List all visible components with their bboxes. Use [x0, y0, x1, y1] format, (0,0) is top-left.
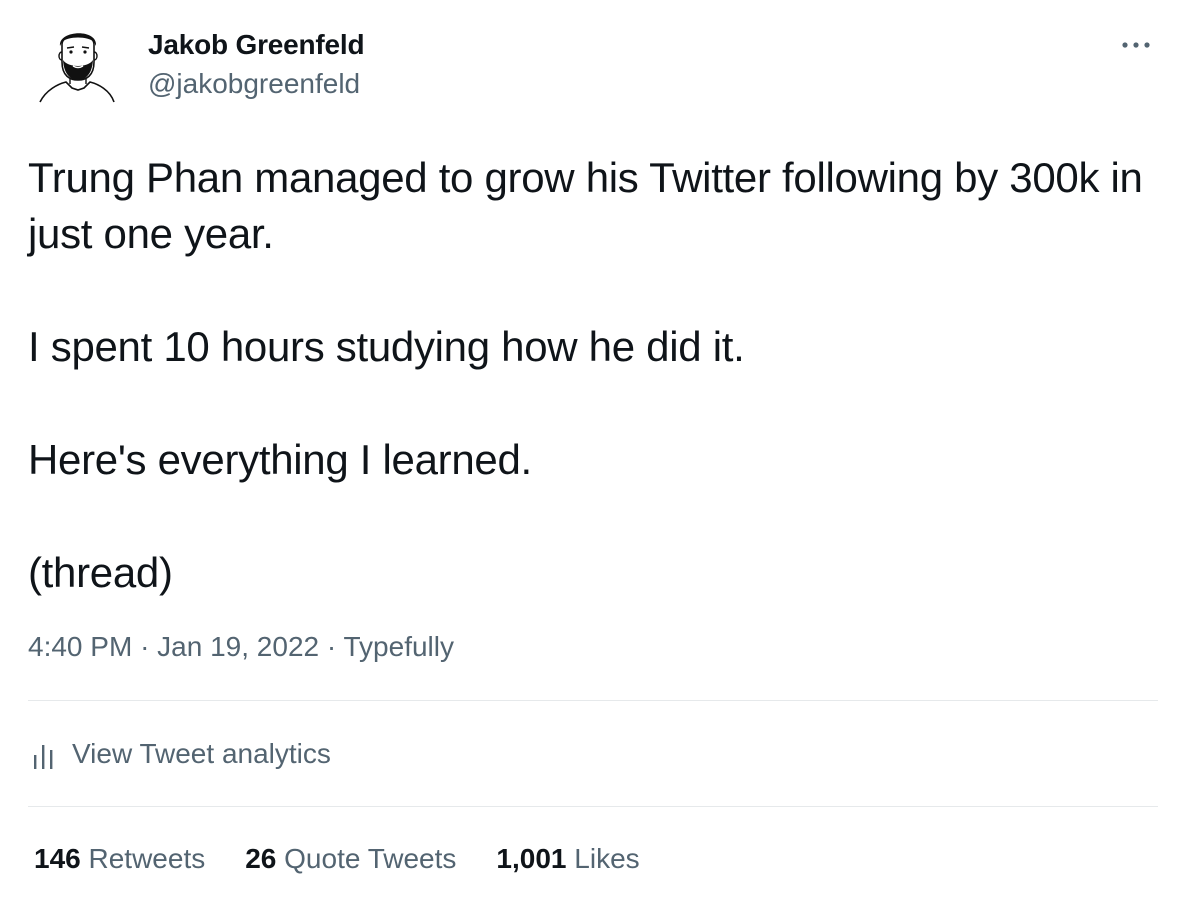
tweet-card: Jakob Greenfeld @jakobgreenfeld Trung Ph… — [0, 0, 1180, 910]
view-analytics-link[interactable]: View Tweet analytics — [32, 734, 331, 774]
tweet-metadata: 4:40 PM · Jan 19, 2022 · Typefully — [28, 629, 454, 665]
tweet-date: Jan 19, 2022 — [157, 631, 320, 662]
analytics-bar-icon — [34, 745, 53, 769]
meta-separator: · — [326, 631, 337, 662]
avatar[interactable] — [28, 18, 128, 118]
retweets-stat[interactable]: 146 Retweets — [34, 841, 205, 877]
author-handle[interactable]: @jakobgreenfeld — [148, 67, 364, 101]
tweet-paragraph: I spent 10 hours studying how he did it. — [28, 323, 745, 370]
author-display-name[interactable]: Jakob Greenfeld — [148, 28, 365, 62]
likes-stat[interactable]: 1,001 Likes — [496, 841, 639, 877]
quote-tweets-label: Quote Tweets — [284, 843, 457, 874]
divider — [28, 806, 1158, 807]
more-dots-icon — [1122, 42, 1150, 48]
tweet-text: Trung Phan managed to grow his Twitter f… — [28, 150, 1148, 601]
likes-count: 1,001 — [496, 843, 567, 874]
author-info: Jakob Greenfeld @jakobgreenfeld — [148, 28, 365, 101]
tweet-paragraph: Trung Phan managed to grow his Twitter f… — [28, 154, 1143, 257]
tweet-paragraph: (thread) — [28, 549, 173, 596]
analytics-label: View Tweet analytics — [72, 738, 331, 769]
tweet-timestamp-link[interactable]: 4:40 PM · Jan 19, 2022 — [28, 631, 319, 662]
quote-tweets-stat[interactable]: 26 Quote Tweets — [245, 841, 456, 877]
tweet-paragraph: Here's everything I learned. — [28, 436, 532, 483]
quote-tweets-count: 26 — [245, 843, 277, 874]
meta-separator: · — [140, 631, 150, 662]
more-options-button[interactable] — [1116, 30, 1156, 60]
tweet-header — [28, 18, 128, 118]
tweet-stats: 146 Retweets 26 Quote Tweets 1,001 Likes — [34, 841, 680, 877]
tweet-time: 4:40 PM — [28, 631, 133, 662]
retweets-label: Retweets — [88, 843, 206, 874]
retweets-count: 146 — [34, 843, 81, 874]
likes-label: Likes — [574, 843, 640, 874]
divider — [28, 700, 1158, 701]
tweet-source-link[interactable]: Typefully — [343, 631, 454, 662]
